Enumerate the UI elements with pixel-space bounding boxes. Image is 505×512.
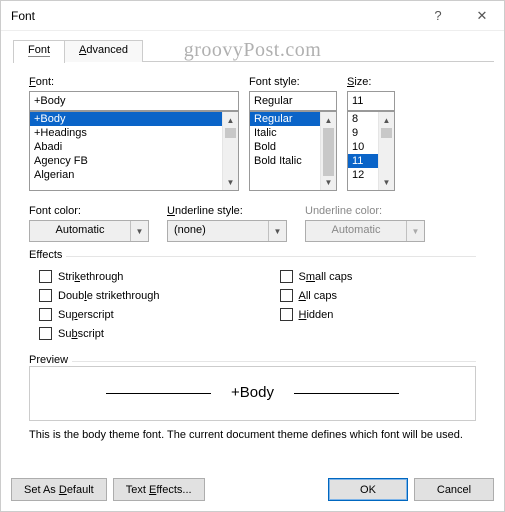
- underline-style-dropdown[interactable]: (none) ▼: [167, 220, 287, 242]
- checkbox-label: Double strikethrough: [58, 290, 160, 302]
- font-style-label: Font style:: [249, 76, 337, 88]
- scroll-up-icon[interactable]: ▲: [223, 112, 238, 128]
- titlebar: Font ? ✕: [1, 1, 504, 31]
- checkbox-label: Hidden: [299, 309, 334, 321]
- ok-button[interactable]: OK: [328, 478, 408, 501]
- checkbox-hidden[interactable]: Hidden: [280, 308, 353, 321]
- font-style-input[interactable]: [249, 91, 337, 111]
- scroll-thumb[interactable]: [323, 128, 334, 176]
- tab-font-label: Font: [28, 44, 50, 57]
- window-controls: ? ✕: [416, 1, 504, 30]
- scroll-down-icon[interactable]: ▼: [223, 174, 238, 190]
- underline-style-label: Underline style:: [167, 205, 287, 217]
- scroll-up-icon[interactable]: ▲: [379, 112, 394, 128]
- checkbox-subscript[interactable]: Subscript: [39, 327, 160, 340]
- scrollbar[interactable]: ▲ ▼: [378, 112, 394, 190]
- scrollbar[interactable]: ▲ ▼: [222, 112, 238, 190]
- preview-title: Preview: [29, 354, 72, 366]
- list-item[interactable]: Abadi: [30, 140, 238, 154]
- font-style-listbox[interactable]: Regular Italic Bold Bold Italic ▲ ▼: [249, 111, 337, 191]
- font-listbox[interactable]: +Body +Headings Abadi Agency FB Algerian…: [29, 111, 239, 191]
- help-icon[interactable]: ?: [416, 1, 460, 30]
- chevron-down-icon[interactable]: ▼: [130, 221, 148, 241]
- preview-box: +Body: [29, 366, 476, 421]
- checkbox-label: Subscript: [58, 328, 104, 340]
- checkbox-double-strikethrough[interactable]: Double strikethrough: [39, 289, 160, 302]
- checkbox-strikethrough[interactable]: Strikethrough: [39, 270, 160, 283]
- checkbox-label: Superscript: [58, 309, 114, 321]
- button-label: Set As Default: [24, 484, 94, 496]
- checkbox-label: Small caps: [299, 271, 353, 283]
- underline-style-value: (none): [168, 221, 268, 241]
- font-color-dropdown[interactable]: Automatic ▼: [29, 220, 149, 242]
- checkbox-label: All caps: [299, 290, 338, 302]
- tab-content: Font: +Body +Headings Abadi Agency FB Al…: [1, 62, 504, 487]
- list-item[interactable]: Agency FB: [30, 154, 238, 168]
- scroll-up-icon[interactable]: ▲: [321, 112, 336, 128]
- preview-text: +Body: [231, 384, 274, 403]
- checkbox-small-caps[interactable]: Small caps: [280, 270, 353, 283]
- chevron-down-icon: ▼: [406, 221, 424, 241]
- font-input[interactable]: [29, 91, 239, 111]
- effects-group: Effects: [29, 256, 476, 257]
- chevron-down-icon[interactable]: ▼: [268, 221, 286, 241]
- tab-strip: Font Advanced: [13, 39, 494, 62]
- size-listbox[interactable]: 8 9 10 11 12 ▲ ▼: [347, 111, 395, 191]
- scroll-thumb[interactable]: [381, 128, 392, 138]
- dialog-footer: Set As Default Text Effects... OK Cancel: [11, 478, 494, 501]
- font-color-value: Automatic: [30, 221, 130, 241]
- font-label: Font:: [29, 76, 239, 88]
- preview-group: Preview: [29, 361, 476, 362]
- preview-description: This is the body theme font. The current…: [29, 429, 476, 441]
- underline-color-dropdown: Automatic ▼: [305, 220, 425, 242]
- window-title: Font: [11, 9, 35, 23]
- effects-title: Effects: [29, 249, 66, 261]
- scroll-down-icon[interactable]: ▼: [321, 174, 336, 190]
- scroll-thumb[interactable]: [225, 128, 236, 138]
- cancel-button[interactable]: Cancel: [414, 478, 494, 501]
- preview-line-left: [106, 393, 211, 394]
- list-item[interactable]: +Headings: [30, 126, 238, 140]
- color-underline-row: Font color: Automatic ▼ Underline style:…: [29, 205, 476, 242]
- font-color-label: Font color:: [29, 205, 149, 217]
- size-input[interactable]: [347, 91, 395, 111]
- preview-line-right: [294, 393, 399, 394]
- underline-color-value: Automatic: [306, 221, 406, 241]
- button-label: Text Effects...: [126, 484, 192, 496]
- effects-checkboxes: Strikethrough Double strikethrough Super…: [29, 257, 476, 347]
- close-icon[interactable]: ✕: [460, 1, 504, 30]
- list-item[interactable]: Algerian: [30, 168, 238, 182]
- set-as-default-button[interactable]: Set As Default: [11, 478, 107, 501]
- tab-advanced-label: Advanced: [79, 44, 128, 56]
- checkbox-superscript[interactable]: Superscript: [39, 308, 160, 321]
- scroll-down-icon[interactable]: ▼: [379, 174, 394, 190]
- checkbox-all-caps[interactable]: All caps: [280, 289, 353, 302]
- tab-font[interactable]: Font: [13, 40, 65, 63]
- checkbox-label: Strikethrough: [58, 271, 123, 283]
- scrollbar[interactable]: ▲ ▼: [320, 112, 336, 190]
- list-item[interactable]: +Body: [30, 112, 238, 126]
- size-label: Size:: [347, 76, 395, 88]
- text-effects-button[interactable]: Text Effects...: [113, 478, 205, 501]
- underline-color-label: Underline color:: [305, 205, 425, 217]
- tab-advanced[interactable]: Advanced: [64, 40, 143, 62]
